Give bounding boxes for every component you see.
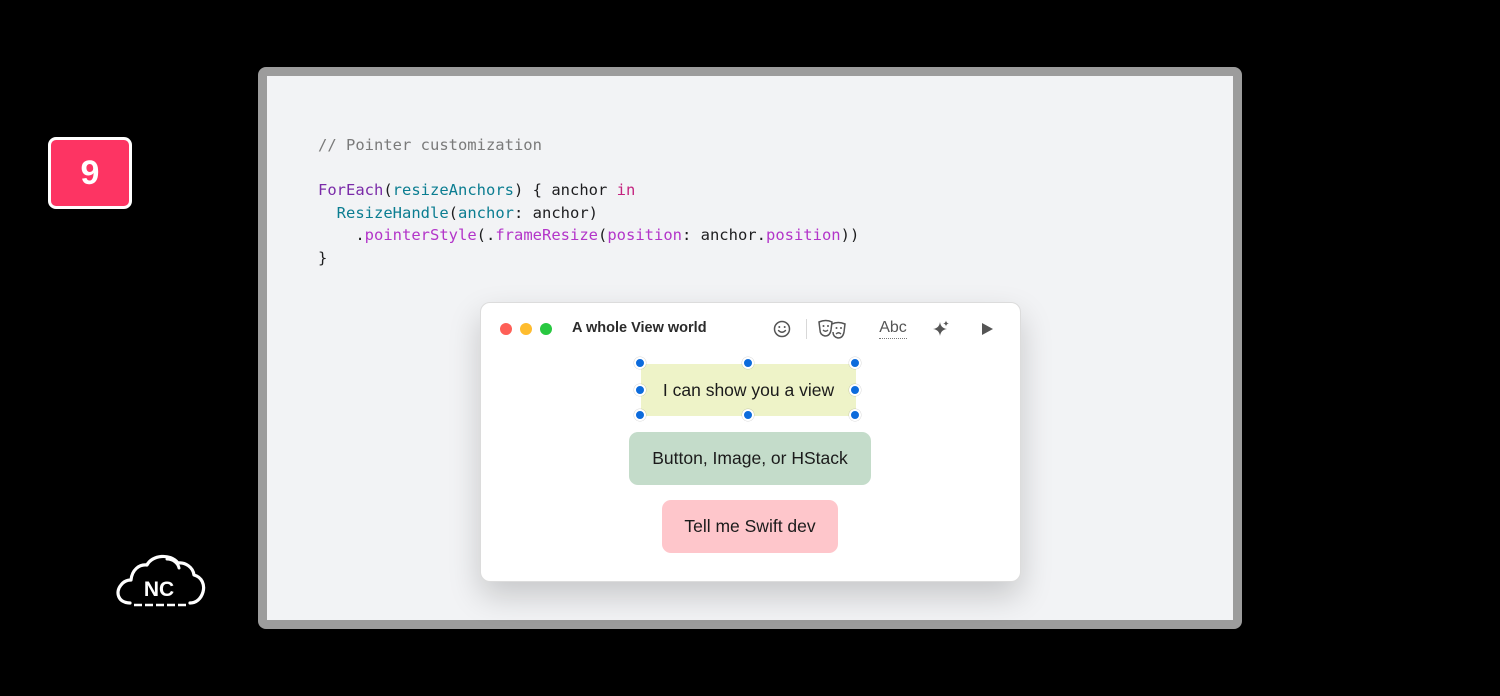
- code-position-prop: position: [765, 226, 841, 244]
- app-window: A whole View world Abc I can show you a …: [480, 302, 1021, 582]
- code-position-label: position: [607, 226, 682, 244]
- toolbar-separator: [806, 319, 807, 339]
- resize-handle-bottom-left[interactable]: [634, 409, 646, 421]
- theater-masks-icon[interactable]: [816, 317, 848, 341]
- resize-handle-bottom[interactable]: [742, 409, 754, 421]
- step-badge: 9: [48, 137, 132, 209]
- zoom-window-button[interactable]: [540, 323, 552, 335]
- resize-handle-bottom-right[interactable]: [849, 409, 861, 421]
- nc-cloud-logo: NC: [116, 554, 206, 607]
- close-window-button[interactable]: [500, 323, 512, 335]
- code-close-brace: }: [318, 248, 328, 267]
- window-titlebar: A whole View world Abc: [481, 303, 1020, 355]
- code-foreach: ForEach: [318, 181, 384, 199]
- slide: // Pointer customization ForEach(resizeA…: [267, 76, 1233, 620]
- code-pointer-style: pointerStyle: [364, 226, 477, 244]
- code-anchor-label: anchor: [458, 203, 514, 222]
- text-tool-label: Abc: [879, 319, 907, 339]
- tell-me-swift-dev-item[interactable]: Tell me Swift dev: [662, 500, 838, 553]
- code-resize-handle: ResizeHandle: [336, 203, 449, 222]
- slide-frame: // Pointer customization ForEach(resizeA…: [258, 67, 1242, 629]
- code-in-keyword: in: [616, 181, 636, 199]
- window-title: A whole View world: [572, 320, 707, 336]
- resize-handle-top-right[interactable]: [849, 357, 861, 369]
- code-frame-resize: frameResize: [495, 226, 598, 244]
- sparkle-icon[interactable]: [929, 317, 953, 341]
- text-tool-icon[interactable]: Abc: [876, 317, 910, 341]
- resize-handle-left[interactable]: [634, 384, 646, 396]
- minimize-window-button[interactable]: [520, 323, 532, 335]
- resize-handle-right[interactable]: [849, 384, 861, 396]
- code-comment: // Pointer customization: [318, 136, 542, 154]
- play-icon[interactable]: [976, 317, 998, 341]
- smiley-icon[interactable]: [770, 317, 794, 341]
- button-image-hstack-item[interactable]: Button, Image, or HStack: [629, 432, 871, 485]
- button-image-hstack-label: Button, Image, or HStack: [652, 448, 848, 468]
- resize-handle-top-left[interactable]: [634, 357, 646, 369]
- code-block: // Pointer customization ForEach(resizeA…: [318, 136, 860, 267]
- code-resize-anchors: resizeAnchors: [392, 181, 514, 199]
- resize-handle-top[interactable]: [742, 357, 754, 369]
- step-number: 9: [80, 153, 100, 192]
- logo-text: NC: [144, 578, 174, 601]
- selected-view-label: I can show you a view: [662, 379, 835, 400]
- tell-me-swift-dev-label: Tell me Swift dev: [684, 516, 816, 536]
